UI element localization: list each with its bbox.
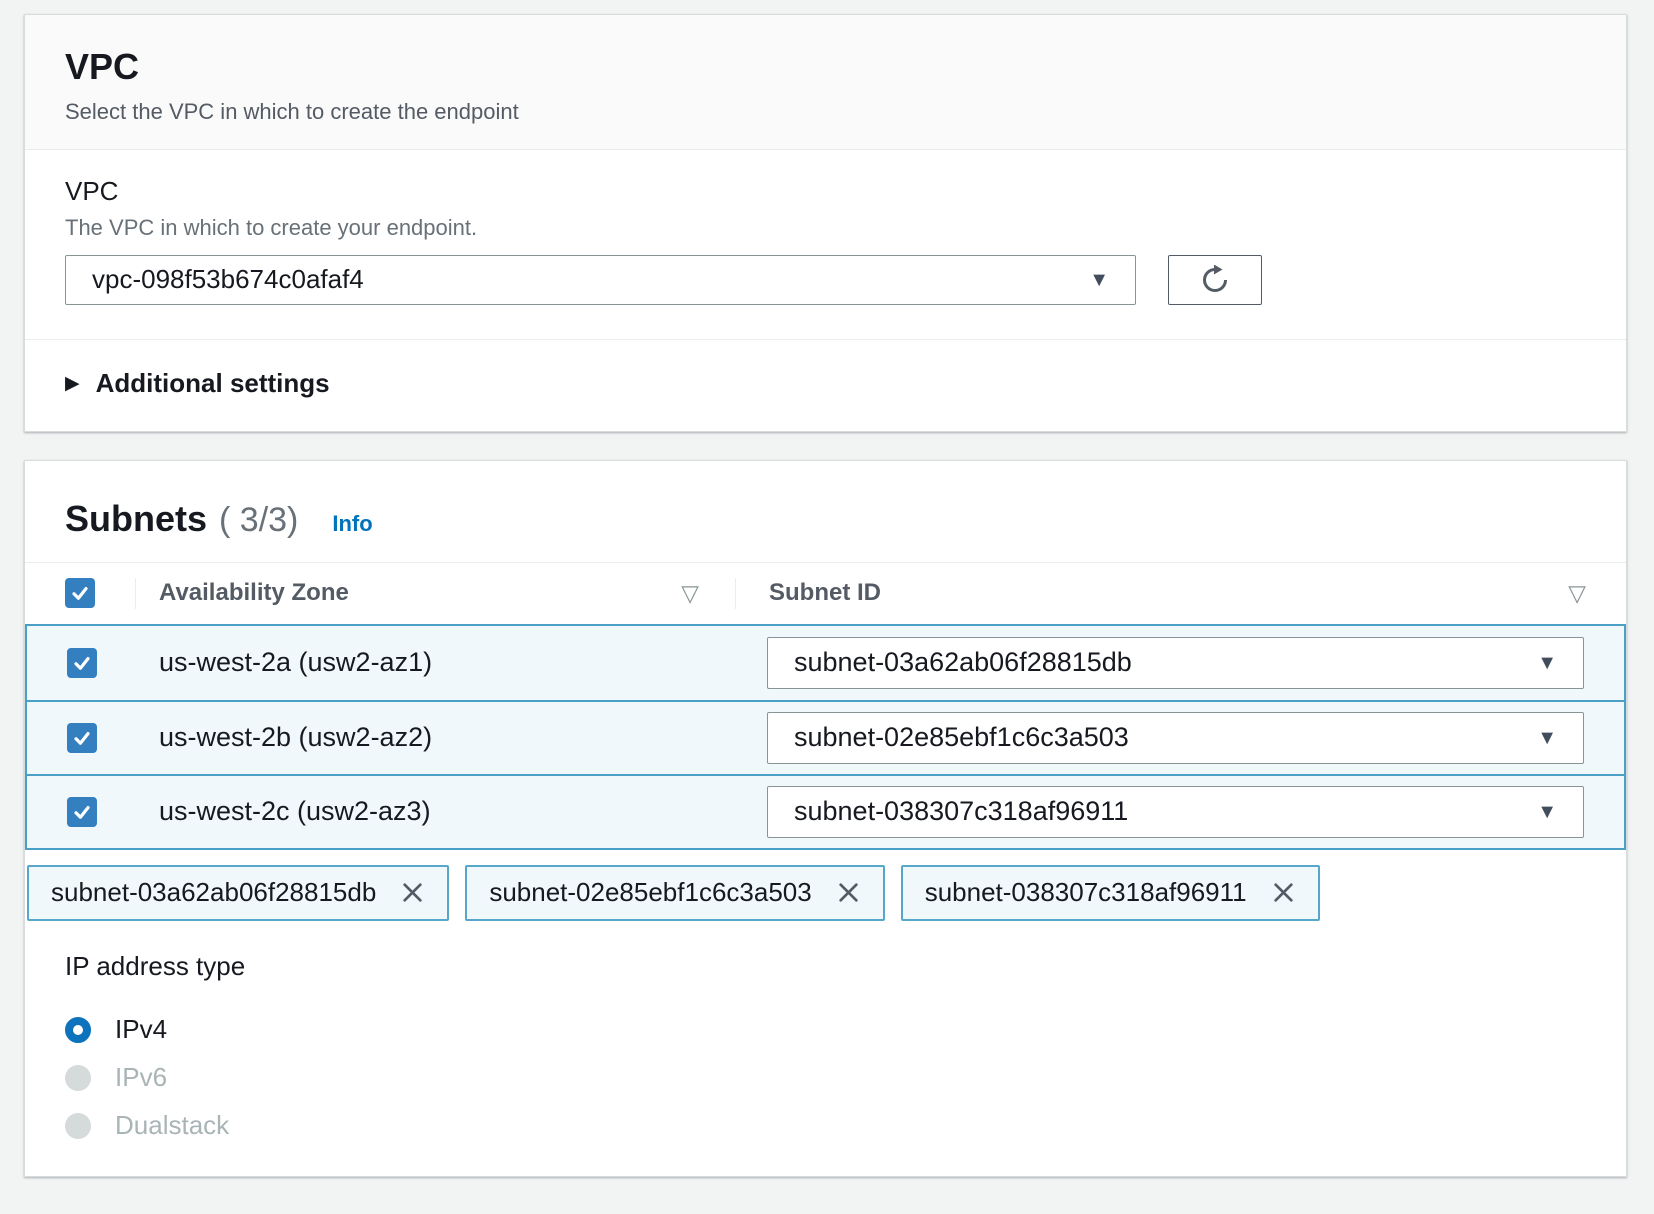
vpc-card-body: VPC The VPC in which to create your endp… — [25, 150, 1626, 339]
radio-disabled-icon — [65, 1065, 91, 1091]
vpc-select[interactable]: vpc-098f53b674c0afaf4 ▼ — [65, 255, 1136, 305]
subnet-id-select[interactable]: subnet-03a62ab06f28815db ▼ — [767, 637, 1584, 689]
ip-address-type-radio-group: IPv4 IPv6 Dualstack — [65, 1006, 1586, 1150]
close-icon — [836, 880, 861, 905]
subnet-id-value: subnet-038307c318af96911 — [794, 796, 1128, 827]
radio-selected-icon[interactable] — [65, 1017, 91, 1043]
close-icon — [400, 880, 425, 905]
availability-zone-value: us-west-2b (usw2-az2) — [135, 722, 735, 753]
radio-option-ipv4[interactable]: IPv4 — [65, 1006, 1586, 1054]
subnet-token-label: subnet-03a62ab06f28815db — [51, 877, 376, 908]
radio-label-ipv6: IPv6 — [115, 1062, 167, 1093]
expander-right-icon: ▶ — [65, 374, 80, 393]
chevron-down-icon: ▼ — [1089, 270, 1109, 290]
subnet-token: subnet-02e85ebf1c6c3a503 — [465, 865, 884, 921]
row-checkbox[interactable] — [67, 723, 97, 753]
radio-option-dualstack: Dualstack — [65, 1102, 1586, 1150]
radio-option-ipv6: IPv6 — [65, 1054, 1586, 1102]
subnet-id-select[interactable]: subnet-038307c318af96911 ▼ — [767, 786, 1584, 838]
vpc-select-value: vpc-098f53b674c0afaf4 — [92, 264, 364, 295]
subnets-card: Subnets ( 3/3) Info Availability Zone ▽ … — [24, 460, 1627, 1177]
sort-icon[interactable]: ▽ — [1568, 580, 1586, 607]
subnet-token: subnet-03a62ab06f28815db — [27, 865, 449, 921]
remove-token-button[interactable] — [1271, 880, 1296, 905]
vpc-field-label: VPC — [65, 176, 1586, 207]
table-row: us-west-2a (usw2-az1) subnet-03a62ab06f2… — [27, 626, 1624, 700]
radio-label-dualstack: Dualstack — [115, 1110, 229, 1141]
vpc-card-title: VPC — [65, 47, 1586, 87]
subnets-title: Subnets — [65, 499, 207, 539]
additional-settings-expander[interactable]: ▶ Additional settings — [25, 339, 1626, 431]
subnet-id-select[interactable]: subnet-02e85ebf1c6c3a503 ▼ — [767, 712, 1584, 764]
table-row: us-west-2b (usw2-az2) subnet-02e85ebf1c6… — [27, 700, 1624, 774]
refresh-button[interactable] — [1168, 255, 1262, 305]
subnet-token: subnet-038307c318af96911 — [901, 865, 1320, 921]
selected-subnet-tokens: subnet-03a62ab06f28815db subnet-02e85ebf… — [25, 850, 1626, 921]
ip-address-type-section: IP address type IPv4 IPv6 Dualstack — [25, 921, 1626, 1150]
checkmark-icon — [70, 800, 94, 824]
chevron-down-icon: ▼ — [1537, 653, 1557, 673]
radio-label-ipv4: IPv4 — [115, 1014, 167, 1045]
vpc-field-help-text: The VPC in which to create your endpoint… — [65, 215, 1586, 241]
column-header-subnet-id[interactable]: Subnet ID ▽ — [735, 563, 1626, 624]
vpc-card-header: VPC Select the VPC in which to create th… — [25, 15, 1626, 150]
vpc-card-description: Select the VPC in which to create the en… — [65, 99, 1586, 125]
vpc-card: VPC Select the VPC in which to create th… — [24, 14, 1627, 432]
row-checkbox[interactable] — [67, 797, 97, 827]
chevron-down-icon: ▼ — [1537, 728, 1557, 748]
sort-icon[interactable]: ▽ — [681, 580, 699, 607]
subnets-heading: Subnets ( 3/3) Info — [25, 461, 1626, 562]
subnets-table-header: Availability Zone ▽ Subnet ID ▽ — [25, 562, 1626, 624]
refresh-icon — [1200, 265, 1230, 295]
availability-zone-value: us-west-2c (usw2-az3) — [135, 796, 735, 827]
checkmark-icon — [70, 651, 94, 675]
additional-settings-label: Additional settings — [96, 368, 330, 399]
chevron-down-icon: ▼ — [1537, 802, 1557, 822]
close-icon — [1271, 880, 1296, 905]
ip-address-type-label: IP address type — [65, 951, 1586, 982]
select-all-cell — [25, 563, 135, 624]
checkmark-icon — [70, 726, 94, 750]
subnet-token-label: subnet-038307c318af96911 — [925, 877, 1247, 908]
remove-token-button[interactable] — [836, 880, 861, 905]
subnet-id-value: subnet-03a62ab06f28815db — [794, 647, 1132, 678]
subnets-info-link[interactable]: Info — [332, 511, 372, 537]
subnets-count: ( 3/3) — [219, 501, 298, 540]
row-checkbox[interactable] — [67, 648, 97, 678]
selected-rows-region: us-west-2a (usw2-az1) subnet-03a62ab06f2… — [25, 624, 1626, 850]
radio-disabled-icon — [65, 1113, 91, 1139]
table-row: us-west-2c (usw2-az3) subnet-038307c318a… — [27, 774, 1624, 848]
column-header-availability-zone[interactable]: Availability Zone ▽ — [135, 563, 735, 624]
subnet-id-header-label: Subnet ID — [769, 579, 881, 607]
checkmark-icon — [68, 581, 92, 605]
availability-zone-header-label: Availability Zone — [159, 579, 349, 607]
availability-zone-value: us-west-2a (usw2-az1) — [135, 647, 735, 678]
subnet-token-label: subnet-02e85ebf1c6c3a503 — [489, 877, 811, 908]
remove-token-button[interactable] — [400, 880, 425, 905]
select-all-checkbox[interactable] — [65, 578, 95, 608]
subnet-id-value: subnet-02e85ebf1c6c3a503 — [794, 722, 1129, 753]
